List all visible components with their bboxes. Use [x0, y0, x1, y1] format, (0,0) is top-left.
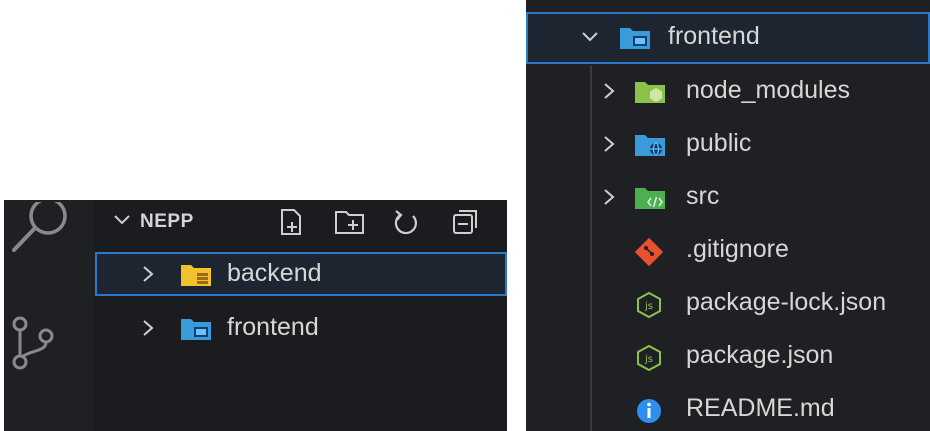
tree-item-node-modules[interactable]: node_modules [526, 69, 930, 113]
tree-item-frontend-root[interactable]: frontend [526, 12, 930, 64]
new-folder-icon[interactable] [333, 206, 367, 243]
search-icon[interactable] [6, 200, 76, 277]
tree-item-label: public [686, 129, 752, 157]
tree-item-public[interactable]: public [526, 122, 930, 166]
chevron-right-icon [141, 318, 155, 343]
tree-item-readme[interactable]: README.md [526, 387, 930, 431]
chevron-right-icon [602, 134, 616, 159]
tree-item-label: frontend [227, 313, 319, 341]
tree-item-package-lock-json[interactable]: js package-lock.json [526, 281, 930, 325]
tree-item-frontend[interactable]: frontend [95, 306, 507, 350]
explorer-panel-expanded: frontend node_modules public src .gitign… [526, 0, 930, 431]
tree-item-label: package-lock.json [686, 288, 887, 316]
nodejs-icon: js [634, 291, 664, 324]
tree-item-backend[interactable]: backend [95, 252, 507, 296]
folder-node-icon [634, 79, 666, 110]
chevron-down-icon [113, 213, 131, 232]
refresh-icon[interactable] [391, 206, 421, 243]
collapse-all-icon[interactable] [450, 206, 480, 243]
nodejs-icon: js [634, 344, 664, 377]
chevron-right-icon [602, 187, 616, 212]
source-control-icon[interactable] [6, 312, 66, 387]
folder-public-icon [634, 132, 666, 163]
chevron-down-icon [580, 29, 600, 50]
svg-text:js: js [644, 354, 653, 365]
tree-item-src[interactable]: src [526, 175, 930, 219]
tree-item-label: frontend [668, 22, 760, 50]
tree-item-label: .gitignore [686, 235, 789, 263]
folder-backend-icon [180, 262, 212, 293]
tree-item-label: node_modules [686, 76, 851, 104]
explorer-panel-collapsed: NEPP backend frontend [4, 200, 507, 431]
activity-bar [4, 200, 94, 431]
tree-item-label: README.md [686, 394, 835, 422]
tree-item-gitignore[interactable]: .gitignore [526, 228, 930, 272]
explorer-tree: NEPP backend frontend [95, 200, 507, 431]
tree-item-label: backend [227, 259, 322, 287]
tree-item-label: src [686, 182, 720, 210]
svg-text:js: js [644, 301, 653, 312]
folder-src-icon [634, 185, 666, 216]
folder-frontend-icon [180, 316, 212, 347]
chevron-right-icon [141, 264, 155, 289]
workspace-title: NEPP [140, 211, 194, 232]
chevron-right-icon [602, 81, 616, 106]
new-file-icon[interactable] [278, 206, 306, 243]
git-icon [634, 237, 664, 271]
tree-item-package-json[interactable]: js package.json [526, 334, 930, 378]
folder-frontend-open-icon [619, 25, 651, 56]
info-icon [634, 397, 664, 430]
tree-item-label: package.json [686, 341, 834, 369]
workspace-header[interactable]: NEPP [95, 200, 507, 246]
